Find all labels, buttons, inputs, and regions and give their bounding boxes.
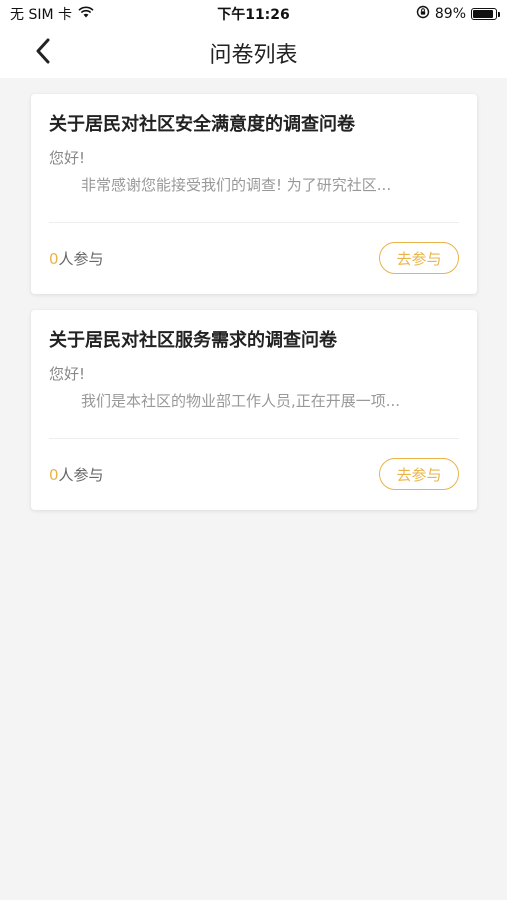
survey-title: 关于居民对社区安全满意度的调查问卷 — [49, 114, 355, 135]
survey-description: 我们是本社区的物业部工作人员,正在开展一项... — [81, 392, 401, 410]
carrier-label: 无 SIM 卡 — [10, 7, 72, 23]
participant-number: 0 — [49, 249, 59, 268]
join-survey-button[interactable]: 去参与 — [379, 458, 459, 490]
survey-card[interactable]: 关于居民对社区安全满意度的调查问卷 您好! 非常感谢您能接受我们的调查! 为了研… — [31, 94, 477, 294]
card-divider — [49, 438, 459, 439]
survey-card[interactable]: 关于居民对社区服务需求的调查问卷 您好! 我们是本社区的物业部工作人员,正在开展… — [31, 310, 477, 510]
battery-percent: 89% — [434, 6, 466, 22]
card-divider — [49, 222, 459, 223]
orientation-lock-icon — [416, 5, 430, 23]
nav-bar: 问卷列表 — [0, 28, 507, 78]
status-bar: 无 SIM 卡 下午11:26 89% — [0, 0, 507, 28]
participant-count: 0人参与 — [49, 464, 104, 485]
survey-greeting: 您好! — [49, 365, 86, 383]
chevron-left-icon — [35, 38, 51, 68]
survey-greeting: 您好! — [49, 149, 86, 167]
battery-icon — [471, 8, 500, 20]
status-right: 89% — [416, 5, 500, 23]
participant-suffix: 人参与 — [58, 465, 104, 484]
page-title: 问卷列表 — [209, 43, 298, 68]
survey-title: 关于居民对社区服务需求的调查问卷 — [49, 330, 337, 351]
participant-count: 0人参与 — [49, 248, 104, 269]
wifi-icon — [78, 6, 94, 22]
participant-suffix: 人参与 — [58, 249, 104, 268]
participant-number: 0 — [49, 465, 59, 484]
status-left: 无 SIM 卡 — [10, 4, 94, 24]
battery-fill — [473, 10, 493, 18]
survey-description: 非常感谢您能接受我们的调查! 为了研究社区... — [81, 176, 392, 194]
card-footer: 0人参与 去参与 — [49, 240, 459, 276]
back-button[interactable] — [28, 38, 58, 68]
join-survey-button[interactable]: 去参与 — [379, 242, 459, 274]
survey-list: 关于居民对社区安全满意度的调查问卷 您好! 非常感谢您能接受我们的调查! 为了研… — [31, 94, 477, 526]
card-footer: 0人参与 去参与 — [49, 456, 459, 492]
